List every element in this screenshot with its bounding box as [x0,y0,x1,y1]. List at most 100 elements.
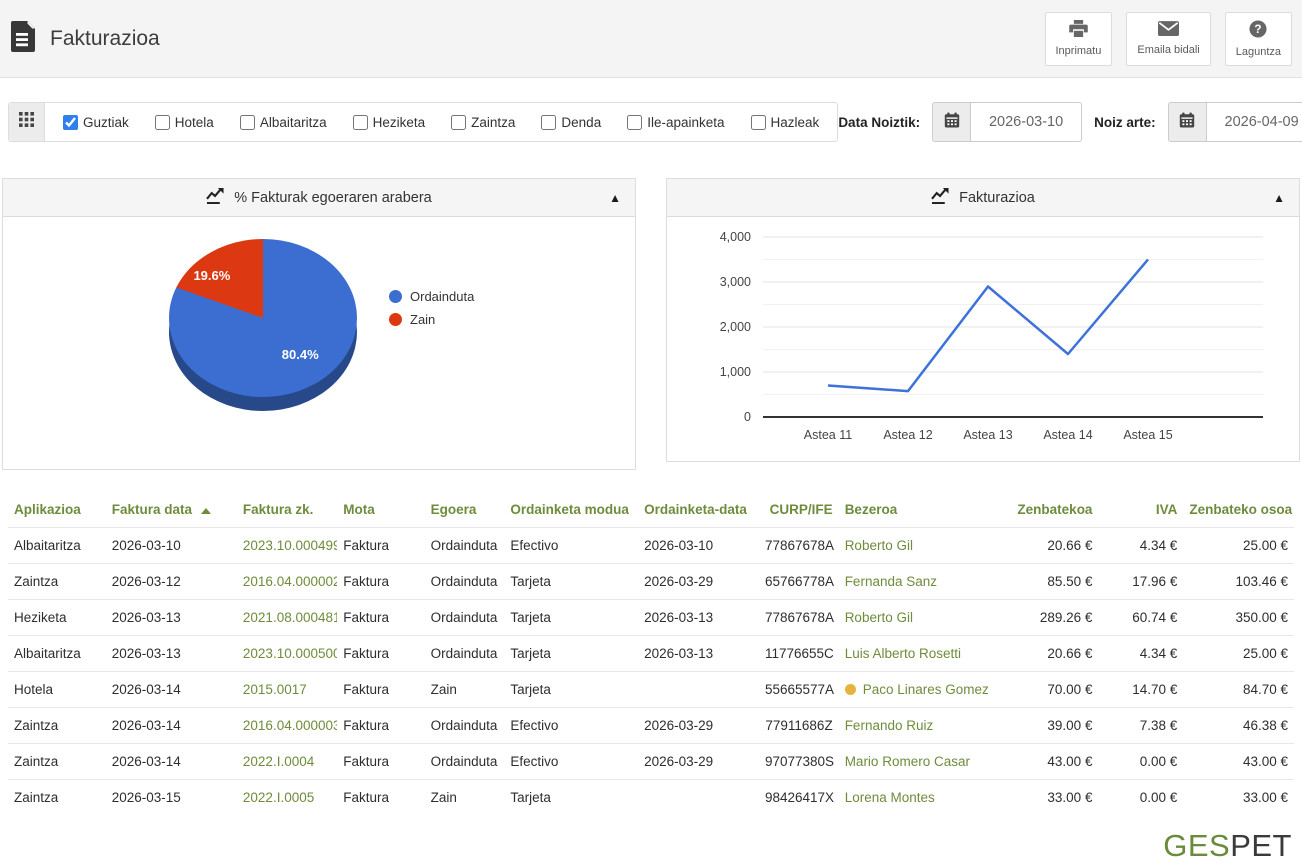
svg-text:Astea 15: Astea 15 [1123,428,1172,442]
column-header-label: CURP/IFE [769,502,833,517]
legend-swatch [389,290,402,303]
category-checkbox-zaintza[interactable]: Zaintza [451,114,515,130]
cell-ordainketa_data [638,779,759,816]
svg-text:1,000: 1,000 [720,365,751,379]
table-row: Zaintza 2026-03-12 2016.04.000002 Faktura Or… [8,563,1294,600]
cell-faktura_zk-link[interactable]: 2015.0017 [236,671,338,708]
cell-iva: 4.34 € [1098,635,1184,672]
category-checkbox-guztiak[interactable]: Guztiak [63,114,129,130]
column-header-aplikazioa[interactable]: Aplikazioa [8,494,106,528]
cell-faktura_data: 2026-03-13 [105,635,237,672]
column-header-zenbateko-osoa[interactable]: Zenbateko osoa [1183,494,1294,528]
cell-bezeroa-link[interactable]: Paco Linares Gomez [838,671,988,708]
column-header-zenbatekoa[interactable]: Zenbatekoa [988,494,1099,528]
print-button[interactable]: Inprimatu [1044,11,1113,66]
cell-bezeroa-link[interactable]: Roberto Gil [838,599,988,636]
cell-zenbatekoa: 33.00 € [987,779,1099,816]
line-panel-header: Fakturazioa ▲ [667,179,1299,217]
category-checkbox-denda[interactable]: Denda [541,114,601,130]
cell-egoera: Zain [424,671,505,708]
cell-bezeroa-link[interactable]: Fernanda Sanz [838,563,988,600]
column-header-label: Faktura data [111,502,193,517]
checkbox-input[interactable] [541,114,557,130]
line-panel-title: Fakturazioa [959,189,1035,206]
cell-mota: Faktura [337,599,425,636]
checkbox-label: Hazleak [770,114,820,130]
cell-zenbatekoa: 20.66 € [987,635,1099,672]
category-checkbox-hazleak[interactable]: Hazleak [750,114,820,130]
collapse-caret-icon[interactable]: ▲ [1273,191,1285,205]
legend-label: Zain [410,312,436,327]
table-row: Zaintza 2026-03-14 2022.I.0004 Faktura Ordai… [8,743,1294,780]
column-header-faktura-data[interactable]: Faktura data [106,494,237,528]
category-checkbox-heziketa[interactable]: Heziketa [352,114,425,130]
cell-iva: 0.00 € [1098,743,1184,780]
cell-faktura_zk-link[interactable]: 2021.08.000481 [236,599,338,636]
column-header-mota[interactable]: Mota [337,494,424,528]
pie-value-label-paid: 80.4% [281,347,319,363]
cell-aplikazioa: Hotela [8,671,106,708]
cell-egoera: Ordainduta [424,707,505,744]
cell-mota: Faktura [337,671,425,708]
checkbox-label: Hotela [174,114,214,130]
send-email-button[interactable]: Emaila bidali [1126,11,1211,66]
cell-egoera: Ordainduta [424,599,505,636]
cell-faktura_zk-link[interactable]: 2023.10.000500 [236,635,338,672]
date-to-input[interactable] [1205,102,1302,142]
cell-bezeroa-link[interactable]: Mario Romero Casar [838,743,988,780]
cell-faktura_data: 2026-03-14 [105,671,237,708]
collapse-caret-icon[interactable]: ▲ [609,191,621,205]
cell-iva: 4.34 € [1098,527,1184,564]
status-dot-icon [844,684,856,695]
column-header-bezeroa[interactable]: Bezeroa [839,494,988,528]
column-header-egoera[interactable]: Egoera [425,494,505,528]
cell-aplikazioa: Zaintza [8,779,106,816]
checkbox-input[interactable] [154,114,170,130]
cell-osoa: 103.46 € [1183,563,1294,600]
cell-bezeroa-link[interactable]: Lorena Montes [838,779,988,816]
category-checkbox-albaitaritza[interactable]: Albaitaritza [239,114,327,130]
cell-bezeroa-link[interactable]: Roberto Gil [838,527,988,564]
cell-curp: 55665577A [758,671,839,708]
cell-faktura_zk-link[interactable]: 2016.04.000003 [236,707,338,744]
checkbox-input[interactable] [239,114,255,130]
cell-osoa: 25.00 € [1183,527,1294,564]
table-header: Aplikazioa Faktura data Faktura zk. Mota Ego… [8,494,1294,528]
pie-chart-panel: % Fakturak egoeraren arabera ▲ 80.4% 19.… [2,178,636,470]
help-button[interactable]: ? Laguntza [1224,11,1292,66]
cell-aplikazioa: Zaintza [8,563,106,600]
column-header-faktura-zk-[interactable]: Faktura zk. [237,494,337,528]
date-to-calendar-button[interactable] [1167,102,1206,142]
cell-egoera: Ordainduta [424,635,505,672]
cell-faktura_zk-link[interactable]: 2022.I.0005 [236,779,338,816]
checkbox-input[interactable] [63,114,78,130]
cell-mota: Faktura [337,527,425,564]
cell-bezeroa-link[interactable]: Luis Alberto Rosetti [838,635,988,672]
grid-menu-button[interactable] [9,103,45,141]
date-from-group [932,102,1083,142]
cell-bezeroa-link[interactable]: Fernando Ruiz [838,707,988,744]
category-checkbox-hotela[interactable]: Hotela [154,114,214,130]
cell-ordainketa_modua: Tarjeta [504,599,639,636]
column-header-iva[interactable]: IVA [1098,494,1183,528]
checkbox-input[interactable] [627,114,643,130]
checkbox-input[interactable] [451,114,467,130]
cell-faktura_zk-link[interactable]: 2016.04.000002 [236,563,338,600]
cell-iva: 17.96 € [1098,563,1184,600]
cell-faktura_zk-link[interactable]: 2022.I.0004 [236,743,338,780]
date-from-calendar-button[interactable] [932,102,971,142]
column-header-ordainketa-data[interactable]: Ordainketa-data [638,494,759,528]
checkbox-input[interactable] [352,114,368,130]
cell-osoa: 25.00 € [1183,635,1294,672]
sort-asc-icon [201,508,212,514]
checkbox-input[interactable] [750,114,766,130]
cell-aplikazioa: Albaitaritza [8,527,106,564]
category-checkbox-ile-apainketa[interactable]: Ile-apainketa [627,114,725,130]
column-header-curp-ife[interactable]: CURP/IFE [759,494,839,528]
table-row: Albaitaritza 2026-03-10 2023.10.000499 Fakt… [8,527,1294,564]
date-from-input[interactable] [970,102,1083,142]
column-header-ordainketa-modua[interactable]: Ordainketa modua [504,494,638,528]
cell-faktura_zk-link[interactable]: 2023.10.000499 [236,527,338,564]
cell-iva: 7.38 € [1098,707,1184,744]
cell-ordainketa_modua: Tarjeta [504,779,639,816]
